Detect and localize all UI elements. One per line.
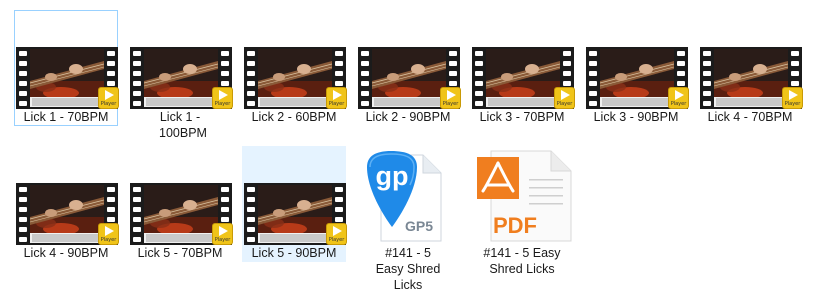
file-name: Lick 4 - 90BPM	[23, 246, 109, 260]
file-name: Lick 2 - 90BPM	[365, 110, 451, 124]
pdf-badge: PDF	[493, 213, 537, 238]
player-badge-label: Player	[328, 101, 345, 107]
file-name: Lick 1 - 70BPM	[23, 110, 109, 124]
file-item[interactable]: Player Lick 2 - 60BPM	[242, 10, 347, 126]
player-badge-icon: Player	[98, 87, 119, 109]
file-item[interactable]: Player Lick 4 - 90BPM	[14, 146, 119, 262]
file-item[interactable]: Player Lick 2 - 90BPM	[356, 10, 461, 126]
file-name: #141 - 5 Easy Shred Licks	[375, 246, 441, 292]
file-item[interactable]: Player Lick 3 - 70BPM	[470, 10, 575, 126]
file-item[interactable]: Player Lick 1 - 70BPM	[14, 10, 119, 126]
player-badge-label: Player	[214, 237, 231, 243]
gp5-badge: GP5	[405, 218, 433, 234]
file-item[interactable]: Player Lick 4 - 70BPM	[698, 10, 803, 126]
player-badge-icon: Player	[782, 87, 803, 109]
player-badge-label: Player	[442, 101, 459, 107]
file-item[interactable]: Player Lick 5 - 90BPM	[242, 146, 347, 262]
player-badge-label: Player	[556, 101, 573, 107]
file-name: Lick 5 - 70BPM	[137, 246, 223, 260]
gp-icon-text: gp	[376, 161, 409, 191]
player-badge-icon: Player	[212, 87, 233, 109]
file-name: Lick 3 - 90BPM	[593, 110, 679, 124]
file-item[interactable]: gp GP5 #141 - 5 Easy Shred Licks	[356, 146, 460, 292]
player-badge-label: Player	[214, 101, 231, 107]
player-badge-icon: Player	[326, 87, 347, 109]
player-badge-label: Player	[328, 237, 345, 243]
player-badge-icon: Player	[212, 223, 233, 245]
player-badge-icon: Player	[440, 87, 461, 109]
guitar-pro-file-icon: gp GP5	[361, 149, 455, 250]
player-badge-icon: Player	[98, 223, 119, 245]
file-name: Lick 2 - 60BPM	[251, 110, 337, 124]
file-name: #141 - 5 Easy Shred Licks	[483, 246, 561, 276]
player-badge-label: Player	[784, 101, 801, 107]
file-name: Lick 4 - 70BPM	[707, 110, 793, 124]
player-badge-icon: Player	[554, 87, 575, 109]
pdf-file-icon: PDF	[473, 149, 573, 250]
file-item[interactable]: Player Lick 1 - 100BPM	[128, 10, 233, 144]
file-item[interactable]: Player Lick 5 - 70BPM	[128, 146, 233, 262]
player-badge-label: Player	[100, 101, 117, 107]
player-badge-icon: Player	[326, 223, 347, 245]
file-item[interactable]: Player Lick 3 - 90BPM	[584, 10, 689, 126]
player-badge-icon: Player	[668, 87, 689, 109]
player-badge-label: Player	[100, 237, 117, 243]
file-name: Lick 5 - 90BPM	[251, 246, 337, 260]
file-name: Lick 1 - 100BPM	[159, 110, 207, 140]
player-badge-label: Player	[670, 101, 687, 107]
file-name: Lick 3 - 70BPM	[479, 110, 565, 124]
file-item[interactable]: PDF #141 - 5 Easy Shred Licks	[470, 146, 574, 280]
